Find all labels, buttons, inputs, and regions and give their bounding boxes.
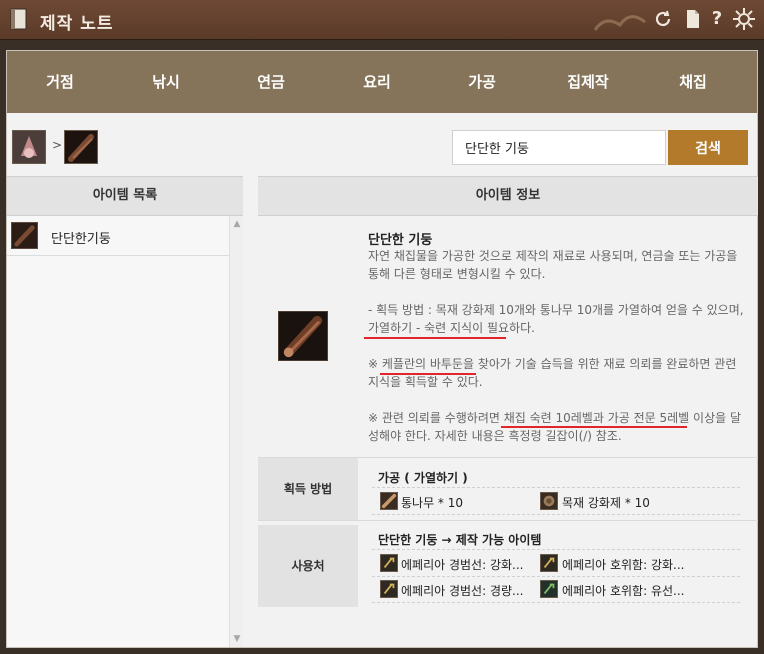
material-name: 목재 강화제 * 10 <box>562 496 650 510</box>
search-button[interactable]: 검색 <box>668 130 748 165</box>
tab-processing[interactable]: 가공 <box>432 71 532 92</box>
breadcrumb-separator: > <box>52 138 63 152</box>
help-icon[interactable]: ? <box>706 8 728 30</box>
item-list-header: 아이템 목록 <box>7 176 243 216</box>
ship-part-icon[interactable] <box>380 580 398 598</box>
wood-reinforcer-icon[interactable] <box>540 492 558 510</box>
description-line: 성해야 한다. 자세한 내용은 흑정령 길잡이(/) 참조. <box>368 429 622 443</box>
crafting-notes-window: 제작 노트 ? 거점 낚시 연금 요리 가공 집제작 채집 > 단단한 기둥 검… <box>0 0 764 654</box>
description-line: 지식을 획득할 수 있다. <box>368 375 483 389</box>
divider <box>258 520 758 521</box>
ship-part-icon[interactable] <box>540 554 558 572</box>
divider <box>372 514 740 515</box>
log-icon[interactable] <box>380 492 398 510</box>
list-item[interactable]: 단단한기둥 <box>7 216 229 256</box>
crumb-item-icon[interactable] <box>64 130 98 164</box>
tab-house-crafting[interactable]: 집제작 <box>538 71 638 92</box>
category-tabs: 거점 낚시 연금 요리 가공 집제작 채집 <box>7 51 757 113</box>
description-line: ※ 케플란의 바투둔을 찾아가 기술 습득을 위한 재료 의뢰를 완료하면 관련 <box>368 357 737 371</box>
material-name: 통나무 * 10 <box>401 496 464 510</box>
description-line: - 획득 방법 : 목재 강화제 10개와 통나무 10개를 가열하여 얻을 수… <box>368 303 744 317</box>
item-list-scrollbar[interactable]: ▲ ▼ <box>229 216 243 647</box>
item-name: 단단한 기둥 <box>368 233 433 248</box>
crumb-category-icon[interactable] <box>12 130 46 164</box>
divider <box>372 549 740 550</box>
ship-part-icon[interactable] <box>380 554 398 572</box>
craftable-item[interactable]: 에페리아 경범선: 경량... <box>401 582 523 599</box>
obtain-method-label: 획득 방법 <box>258 458 358 520</box>
usage-title: 단단한 기둥 → 제작 가능 아이템 <box>378 533 542 547</box>
item-list: 단단한기둥 <box>7 216 243 647</box>
refresh-icon[interactable] <box>652 8 674 30</box>
description-line: 자연 채집물을 가공한 것으로 제작의 재료로 사용되며, 연금술 또는 가공을 <box>368 249 738 263</box>
highlight-underline <box>364 337 506 339</box>
description-line: 통해 다른 형태로 변형시킬 수 있다. <box>368 267 546 281</box>
document-icon[interactable] <box>682 8 704 30</box>
usage-label: 사용처 <box>258 525 358 607</box>
cloud-ornament-icon <box>593 15 646 31</box>
tab-stronghold[interactable]: 거점 <box>10 71 110 92</box>
tab-alchemy[interactable]: 연금 <box>221 71 321 92</box>
ship-part-icon[interactable] <box>540 580 558 598</box>
tab-cooking[interactable]: 요리 <box>327 71 427 92</box>
settings-icon[interactable] <box>732 7 756 31</box>
main-panel: 거점 낚시 연금 요리 가공 집제작 채집 > 검색 <box>6 50 758 648</box>
item-info-header: 아이템 정보 <box>258 176 758 216</box>
craftable-item[interactable]: 에페리아 경범선: 강화... <box>401 556 523 573</box>
description-line: ※ 관련 의뢰를 수행하려면 채집 숙련 10레벨과 가공 전문 5레벨 이상을… <box>368 411 742 425</box>
craftable-item[interactable]: 에페리아 호위함: 유선... <box>562 582 684 599</box>
title-bar: 제작 노트 ? <box>0 0 764 40</box>
tab-gathering[interactable]: 채집 <box>643 71 743 92</box>
wooden-pillar-icon <box>65 131 97 163</box>
scroll-down-icon[interactable]: ▼ <box>232 634 242 644</box>
craftable-item[interactable]: 에페리아 호위함: 강화... <box>562 556 684 573</box>
wooden-pillar-icon <box>278 311 328 361</box>
divider <box>372 576 740 577</box>
tab-fishing[interactable]: 낚시 <box>116 71 216 92</box>
book-icon <box>10 8 27 30</box>
search-input[interactable] <box>452 130 666 165</box>
flask-icon <box>13 131 45 163</box>
wooden-pillar-icon <box>11 222 38 249</box>
list-item-label: 단단한기둥 <box>51 232 111 247</box>
obtain-method-title: 가공 ( 가열하기 ) <box>378 471 468 485</box>
window-title: 제작 노트 <box>40 14 114 34</box>
scroll-up-icon[interactable]: ▲ <box>232 219 242 229</box>
divider <box>372 602 740 603</box>
description-line: 가열하기 - 숙련 지식이 필요하다. <box>368 321 535 335</box>
divider <box>372 487 740 488</box>
